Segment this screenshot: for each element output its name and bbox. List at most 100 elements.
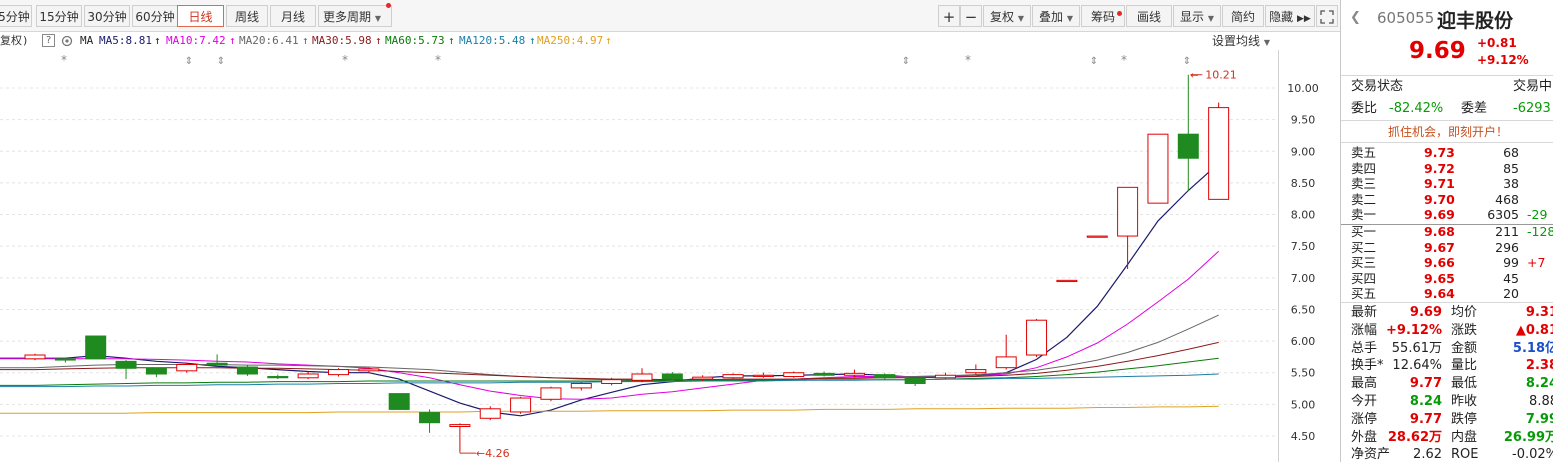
hide-panel-button[interactable]: 隐藏 ▶▶: [1265, 5, 1315, 27]
ma-settings-dropdown[interactable]: 设置均线 ▼: [1212, 33, 1270, 51]
stat-label: 最高: [1351, 376, 1378, 392]
period-daily-button[interactable]: 日线: [177, 5, 224, 27]
bid-row[interactable]: 买三 9.66 99 +7: [1341, 255, 1553, 270]
stat-label: 净资产: [1351, 447, 1391, 462]
ask-level-volume: 468: [1495, 191, 1519, 207]
display-dropdown[interactable]: 显示 ▼: [1173, 5, 1221, 27]
overlay-dropdown[interactable]: 叠加 ▼: [1032, 5, 1080, 27]
zoom-in-button[interactable]: +: [938, 5, 960, 27]
stat-value: 9.69: [1409, 305, 1442, 320]
ask-row[interactable]: 卖三 9.71 38: [1341, 176, 1553, 191]
chevron-down-icon: ▼: [1207, 14, 1214, 23]
period-5min-button[interactable]: 5分钟: [0, 5, 32, 27]
ask-level-volume: 85: [1503, 160, 1519, 176]
bid-row[interactable]: 买二 9.67 296: [1341, 240, 1553, 255]
event-marker-icon[interactable]: *: [1121, 53, 1127, 67]
ask-row[interactable]: 卖二 9.70 468: [1341, 192, 1553, 207]
bid-row[interactable]: 买四 9.65 45: [1341, 271, 1553, 286]
ask-row[interactable]: 卖五 9.73 68: [1341, 145, 1553, 160]
ask-level-label: 卖三: [1351, 176, 1377, 192]
ask-level-label: 卖五: [1351, 145, 1377, 160]
restore-rights-label: 复权: [990, 10, 1015, 24]
candle: [661, 372, 683, 381]
candle: [328, 368, 349, 377]
candle: [1117, 186, 1139, 269]
kline-chart[interactable]: 10.00 9.50 9.00 8.50 8.00 7.50 7.00 6.50 6.00 5.5…: [0, 50, 1340, 462]
stat-row: 最高 9.77 最低 8.24: [1341, 375, 1553, 393]
ask-row[interactable]: 卖四 9.72 85: [1341, 161, 1553, 176]
stat-value: 8.24: [1525, 376, 1553, 392]
candle: [510, 396, 532, 414]
candle-body: [1056, 279, 1078, 283]
notification-dot: [386, 3, 391, 8]
open-account-link[interactable]: 抓住机会，即刻开户！: [1388, 123, 1508, 140]
candle-body: [236, 366, 258, 375]
y-tick-label: 8.00: [1291, 209, 1316, 222]
period-monthly-button[interactable]: 月线: [270, 5, 316, 27]
bid-level-volume: 296: [1495, 239, 1519, 255]
period-15min-button[interactable]: 15分钟: [36, 5, 82, 27]
candle: [722, 373, 744, 380]
stat-value: +9.12%: [1386, 322, 1442, 338]
event-marker-icon[interactable]: ⇕: [1183, 56, 1191, 67]
stat-label: 外盘: [1351, 429, 1378, 445]
ma30-value: MA30:5.98: [312, 34, 372, 47]
zoom-out-button[interactable]: −: [960, 5, 982, 27]
ma250-arrow-icon: ↑: [605, 34, 612, 47]
stat-label: 金额: [1451, 340, 1478, 356]
candle-body: [85, 335, 107, 360]
event-marker-icon[interactable]: ⇕: [217, 56, 225, 67]
chips-button[interactable]: 筹码: [1081, 5, 1125, 27]
ma250-value: MA250:4.97: [537, 34, 604, 47]
bid-level-change: -1289: [1527, 224, 1553, 239]
chevron-down-icon: ▼: [1066, 14, 1073, 23]
high-label: 10.21: [1205, 69, 1237, 82]
weicha-label: 委差: [1461, 101, 1488, 116]
event-marker-icon[interactable]: ⇕: [185, 56, 193, 67]
simple-mode-button[interactable]: 简约: [1222, 5, 1264, 27]
bid-row[interactable]: 买五 9.64 20: [1341, 286, 1553, 301]
stat-label: 最低: [1451, 376, 1478, 392]
candle: [540, 386, 562, 402]
bid-level-change: +7: [1527, 255, 1546, 271]
restore-rights-dropdown[interactable]: 复权 ▼: [983, 5, 1031, 27]
bid-row[interactable]: 买一 9.68 211 -1289: [1341, 224, 1553, 239]
expand-icon[interactable]: [1316, 5, 1338, 27]
stat-value: ▲0.81: [1515, 322, 1553, 338]
period-weekly-button[interactable]: 周线: [226, 5, 268, 27]
draw-line-button[interactable]: 画线: [1126, 5, 1172, 27]
help-icon[interactable]: ?: [42, 34, 55, 47]
stat-value: 28.62万: [1387, 429, 1442, 445]
stat-label: 涨跌: [1451, 322, 1478, 338]
event-marker-icon[interactable]: *: [342, 53, 348, 67]
chevron-left-icon[interactable]: ❮: [1350, 10, 1361, 25]
period-60min-button[interactable]: 60分钟: [132, 5, 178, 27]
candle-body: [540, 387, 562, 400]
ask-level-volume: 6305: [1487, 207, 1519, 223]
more-periods-dropdown[interactable]: 更多周期 ▼: [318, 5, 392, 27]
event-marker-icon[interactable]: *: [61, 53, 67, 67]
display-label: 显示: [1180, 10, 1205, 24]
candle: [813, 371, 835, 377]
ma-label: MA: [80, 34, 94, 47]
event-marker-icon[interactable]: ⇕: [1090, 56, 1098, 67]
candle: [176, 362, 198, 373]
weibi-value: -82.42%: [1389, 101, 1444, 116]
y-tick-label: 8.50: [1291, 177, 1316, 190]
chart-grid: [0, 50, 1279, 462]
event-marker-icon[interactable]: *: [435, 53, 441, 67]
bid-level-label: 买五: [1351, 286, 1377, 302]
candle-body: [752, 374, 774, 377]
period-30min-button[interactable]: 30分钟: [84, 5, 130, 27]
candle-body: [24, 354, 46, 360]
candle-body: [995, 356, 1017, 369]
event-marker-icon[interactable]: ⇕: [902, 56, 910, 67]
event-marker-icon[interactable]: *: [965, 53, 971, 67]
ask-level-volume: 68: [1503, 145, 1519, 160]
trade-status-value: 交易中: [1513, 79, 1553, 94]
stat-value: 55.61万: [1391, 340, 1442, 356]
ma5-arrow-icon: ↑: [154, 34, 161, 47]
y-tick-label: 4.50: [1291, 430, 1316, 443]
ask-row[interactable]: 卖一 9.69 6305 -29: [1341, 207, 1553, 222]
ma5-value: MA5:8.81: [99, 34, 152, 47]
